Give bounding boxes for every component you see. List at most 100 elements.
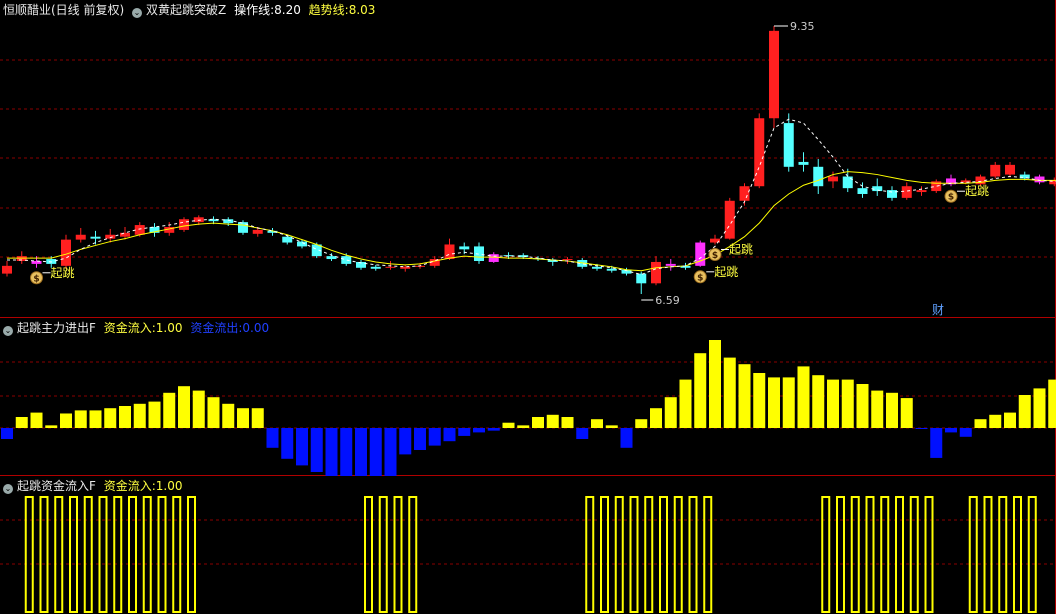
flow-bar <box>517 425 530 428</box>
flow-bar <box>989 414 1002 428</box>
flow-bar <box>959 428 972 437</box>
qitiao-label: 起跳 <box>965 184 989 198</box>
inflow-signal-bar <box>688 496 698 613</box>
inflow-signal-bar <box>393 496 403 613</box>
candle-body <box>887 190 897 198</box>
candle-body <box>754 118 765 187</box>
candle-body <box>857 188 868 194</box>
candle-body <box>1034 176 1045 183</box>
flow-bar <box>532 417 544 428</box>
flow-bar <box>74 410 87 428</box>
flow-bar <box>679 379 692 428</box>
inflow-chart[interactable] <box>0 476 1056 614</box>
flow-bar <box>355 428 367 476</box>
flow-bar <box>900 398 913 428</box>
trend-line <box>7 171 1056 272</box>
main-force-chart[interactable] <box>0 318 1056 476</box>
candle-body <box>724 200 735 239</box>
candle-body <box>1005 164 1015 175</box>
flow-bar <box>266 428 279 448</box>
candle-body <box>179 219 189 230</box>
flow-bar <box>369 428 382 476</box>
low-price-label: 6.59 <box>655 294 680 307</box>
qitiao-label: 起跳 <box>51 266 75 280</box>
inflow-signal-bar <box>600 496 609 613</box>
flow-bar <box>119 406 131 428</box>
settings-icon[interactable]: ⌄ <box>3 484 13 494</box>
inflow-signal-bar <box>644 496 654 613</box>
indicator-name[interactable]: 双黄起跳突破Z <box>146 3 226 17</box>
flow-bar <box>768 377 780 428</box>
flow-bar <box>974 419 987 428</box>
price-panel-header: 恒顺醋业(日线 前复权) ⌄ 双黄起跳突破Z 操作线:8.20 趋势线:8.03 <box>3 2 379 18</box>
inflow-value: 1.00 <box>155 321 183 335</box>
flow-bar <box>251 408 264 428</box>
flow-bar <box>163 392 176 428</box>
price-panel[interactable]: 9.356.59$起跳$起跳$起跳$起跳$起跳财 恒顺醋业(日线 前复权) ⌄双… <box>0 0 1056 318</box>
inflow-signal-bar <box>895 496 904 613</box>
inflow-panel[interactable]: ⌄ 起跳资金流入F 资金流入:1.00 <box>0 476 1056 614</box>
flow-bar <box>812 375 825 428</box>
flow-bar <box>871 390 884 428</box>
inflow-signal-bar <box>24 496 34 613</box>
flow-bar <box>104 408 117 428</box>
main-force-panel[interactable]: ⌄ 起跳主力进出F 资金流入:1.00 资金流出:0.00 <box>0 318 1056 476</box>
candle-body <box>252 229 263 234</box>
inflow-signal-bar <box>408 496 418 613</box>
flow-bar <box>325 428 338 476</box>
inflow-signal-bar <box>673 496 683 613</box>
price-chart[interactable]: 9.356.59$起跳$起跳$起跳$起跳$起跳财 <box>0 0 1056 318</box>
inflow-header: ⌄ 起跳资金流入F 资金流入:1.00 <box>3 478 187 494</box>
candle-body <box>916 190 927 193</box>
flow-bar <box>915 428 928 429</box>
cai-finance-marker: 财 <box>932 303 944 317</box>
stock-title[interactable]: 恒顺醋业(日线 前复权) <box>3 3 124 17</box>
candle-body <box>341 256 352 264</box>
flow-bar <box>207 397 220 428</box>
candle-body <box>651 261 661 284</box>
flow-bar <box>620 428 633 448</box>
flow-bar <box>694 353 707 428</box>
operation-line-label: 操作线: <box>234 3 275 17</box>
candle-body <box>828 176 838 182</box>
inflow-title[interactable]: 起跳资金流入F <box>17 479 96 493</box>
trend-line-label: 趋势线: <box>308 3 349 17</box>
operation-line-value: 8.20 <box>274 3 301 17</box>
flow-bar <box>1 428 13 439</box>
inflow-signal-bar <box>39 496 49 613</box>
main-force-title[interactable]: 起跳主力进出F <box>17 321 96 335</box>
inflow-signal-bar <box>968 496 978 613</box>
qitiao-label: 起跳 <box>729 242 753 256</box>
flow-bar <box>709 340 721 428</box>
flow-bar <box>148 401 161 428</box>
inflow-signal-bar <box>880 496 890 613</box>
flow-bar <box>178 386 190 428</box>
settings-icon[interactable]: ⌄ <box>132 8 143 18</box>
flow-bar <box>237 408 249 428</box>
inflow-label: 资金流入: <box>103 321 156 335</box>
settings-icon[interactable]: ⌄ <box>3 326 13 336</box>
flow-bar <box>930 428 943 458</box>
flow-bar <box>841 379 854 428</box>
outflow-value: 0.00 <box>242 321 270 335</box>
flow-bar <box>133 403 146 428</box>
flow-bar <box>1018 395 1031 428</box>
flow-bar <box>443 428 456 442</box>
inflow-signal-bar <box>83 496 93 613</box>
candle-body <box>813 166 824 187</box>
candle-body <box>297 241 307 247</box>
flow-bar <box>561 417 574 428</box>
candle-body <box>370 266 381 269</box>
flow-bar <box>89 410 102 428</box>
money-bag-symbol: $ <box>712 251 718 261</box>
candle-body <box>400 266 411 269</box>
candle-body <box>990 164 1001 177</box>
inflow-signal-bar <box>821 496 831 613</box>
flow-bar <box>945 428 957 433</box>
candle-body <box>120 232 130 237</box>
candle-body <box>798 161 809 165</box>
flow-bar <box>281 428 294 459</box>
flow-bar <box>458 428 471 436</box>
candle-body <box>783 123 794 167</box>
flow-bar <box>222 403 235 428</box>
